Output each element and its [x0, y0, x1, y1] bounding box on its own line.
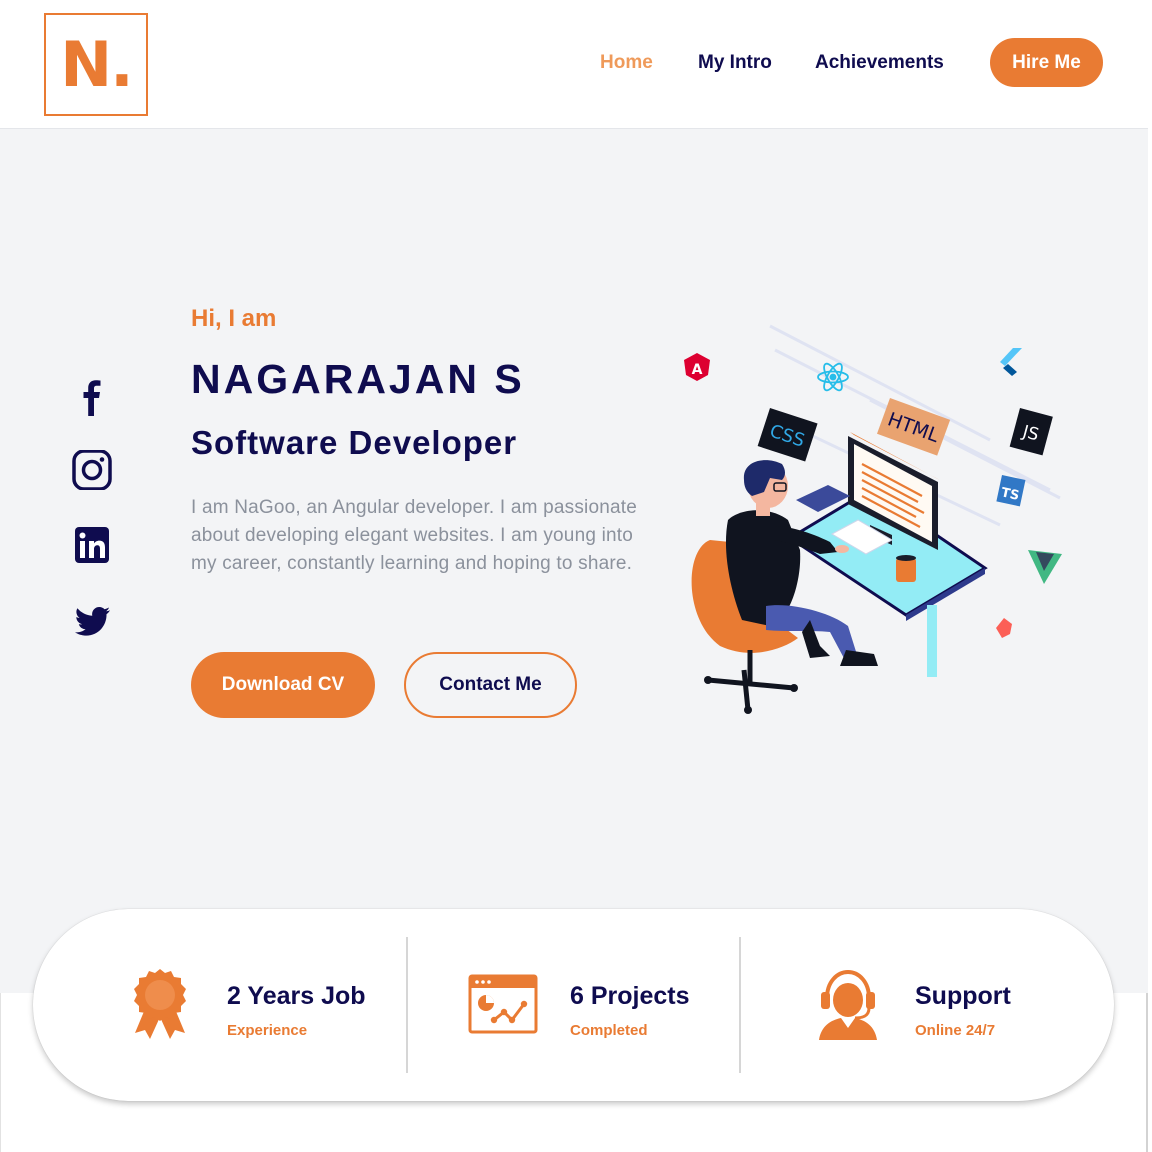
svg-text:A: A	[692, 362, 703, 378]
stat-experience-title: 2 Years Job	[227, 982, 366, 1010]
main-nav: Home My Intro Achievements	[0, 52, 1148, 76]
download-cv-button[interactable]: Download CV	[191, 652, 375, 718]
stat-projects-subtitle: Completed	[570, 1022, 648, 1039]
react-icon	[817, 362, 849, 392]
instagram-icon[interactable]	[70, 449, 114, 495]
stat-projects-title: 6 Projects	[570, 982, 690, 1010]
stat-support-title: Support	[915, 982, 1011, 1010]
contact-me-button[interactable]: Contact Me	[404, 652, 577, 718]
vue-icon	[1028, 550, 1062, 584]
hero-name: NAGARAJAN S	[191, 356, 525, 402]
hero-greeting: Hi, I am	[191, 305, 277, 332]
hero-description: I am NaGoo, an Angular developer. I am p…	[191, 497, 638, 574]
hero-role: Software Developer	[191, 424, 518, 461]
laravel-icon	[996, 618, 1012, 638]
linkedin-icon[interactable]	[70, 526, 114, 571]
stats-card: 2 Years Job Experience 6 Projects Comple…	[33, 909, 1114, 1101]
stat-experience-subtitle: Experience	[227, 1022, 308, 1039]
nav-my-intro[interactable]: My Intro	[698, 52, 772, 74]
flutter-icon	[1000, 348, 1022, 376]
stats-divider	[406, 937, 408, 1073]
stats-divider	[739, 937, 741, 1073]
nav-achievements[interactable]: Achievements	[815, 52, 944, 74]
twitter-icon[interactable]	[70, 602, 114, 647]
analytics-window-icon	[468, 974, 538, 1039]
site-header: N. Home My Intro Achievements Hire Me	[0, 0, 1148, 129]
nav-home[interactable]: Home	[600, 52, 653, 74]
developer-illustration: A HTML CSS JS TS	[670, 320, 1070, 720]
headset-support-icon	[817, 968, 879, 1045]
hire-me-button[interactable]: Hire Me	[990, 38, 1103, 87]
facebook-icon[interactable]	[70, 376, 114, 421]
award-ribbon-icon	[131, 967, 189, 1046]
stat-support-subtitle: Online 24/7	[915, 1022, 996, 1039]
angular-badge-icon: A	[684, 353, 710, 381]
